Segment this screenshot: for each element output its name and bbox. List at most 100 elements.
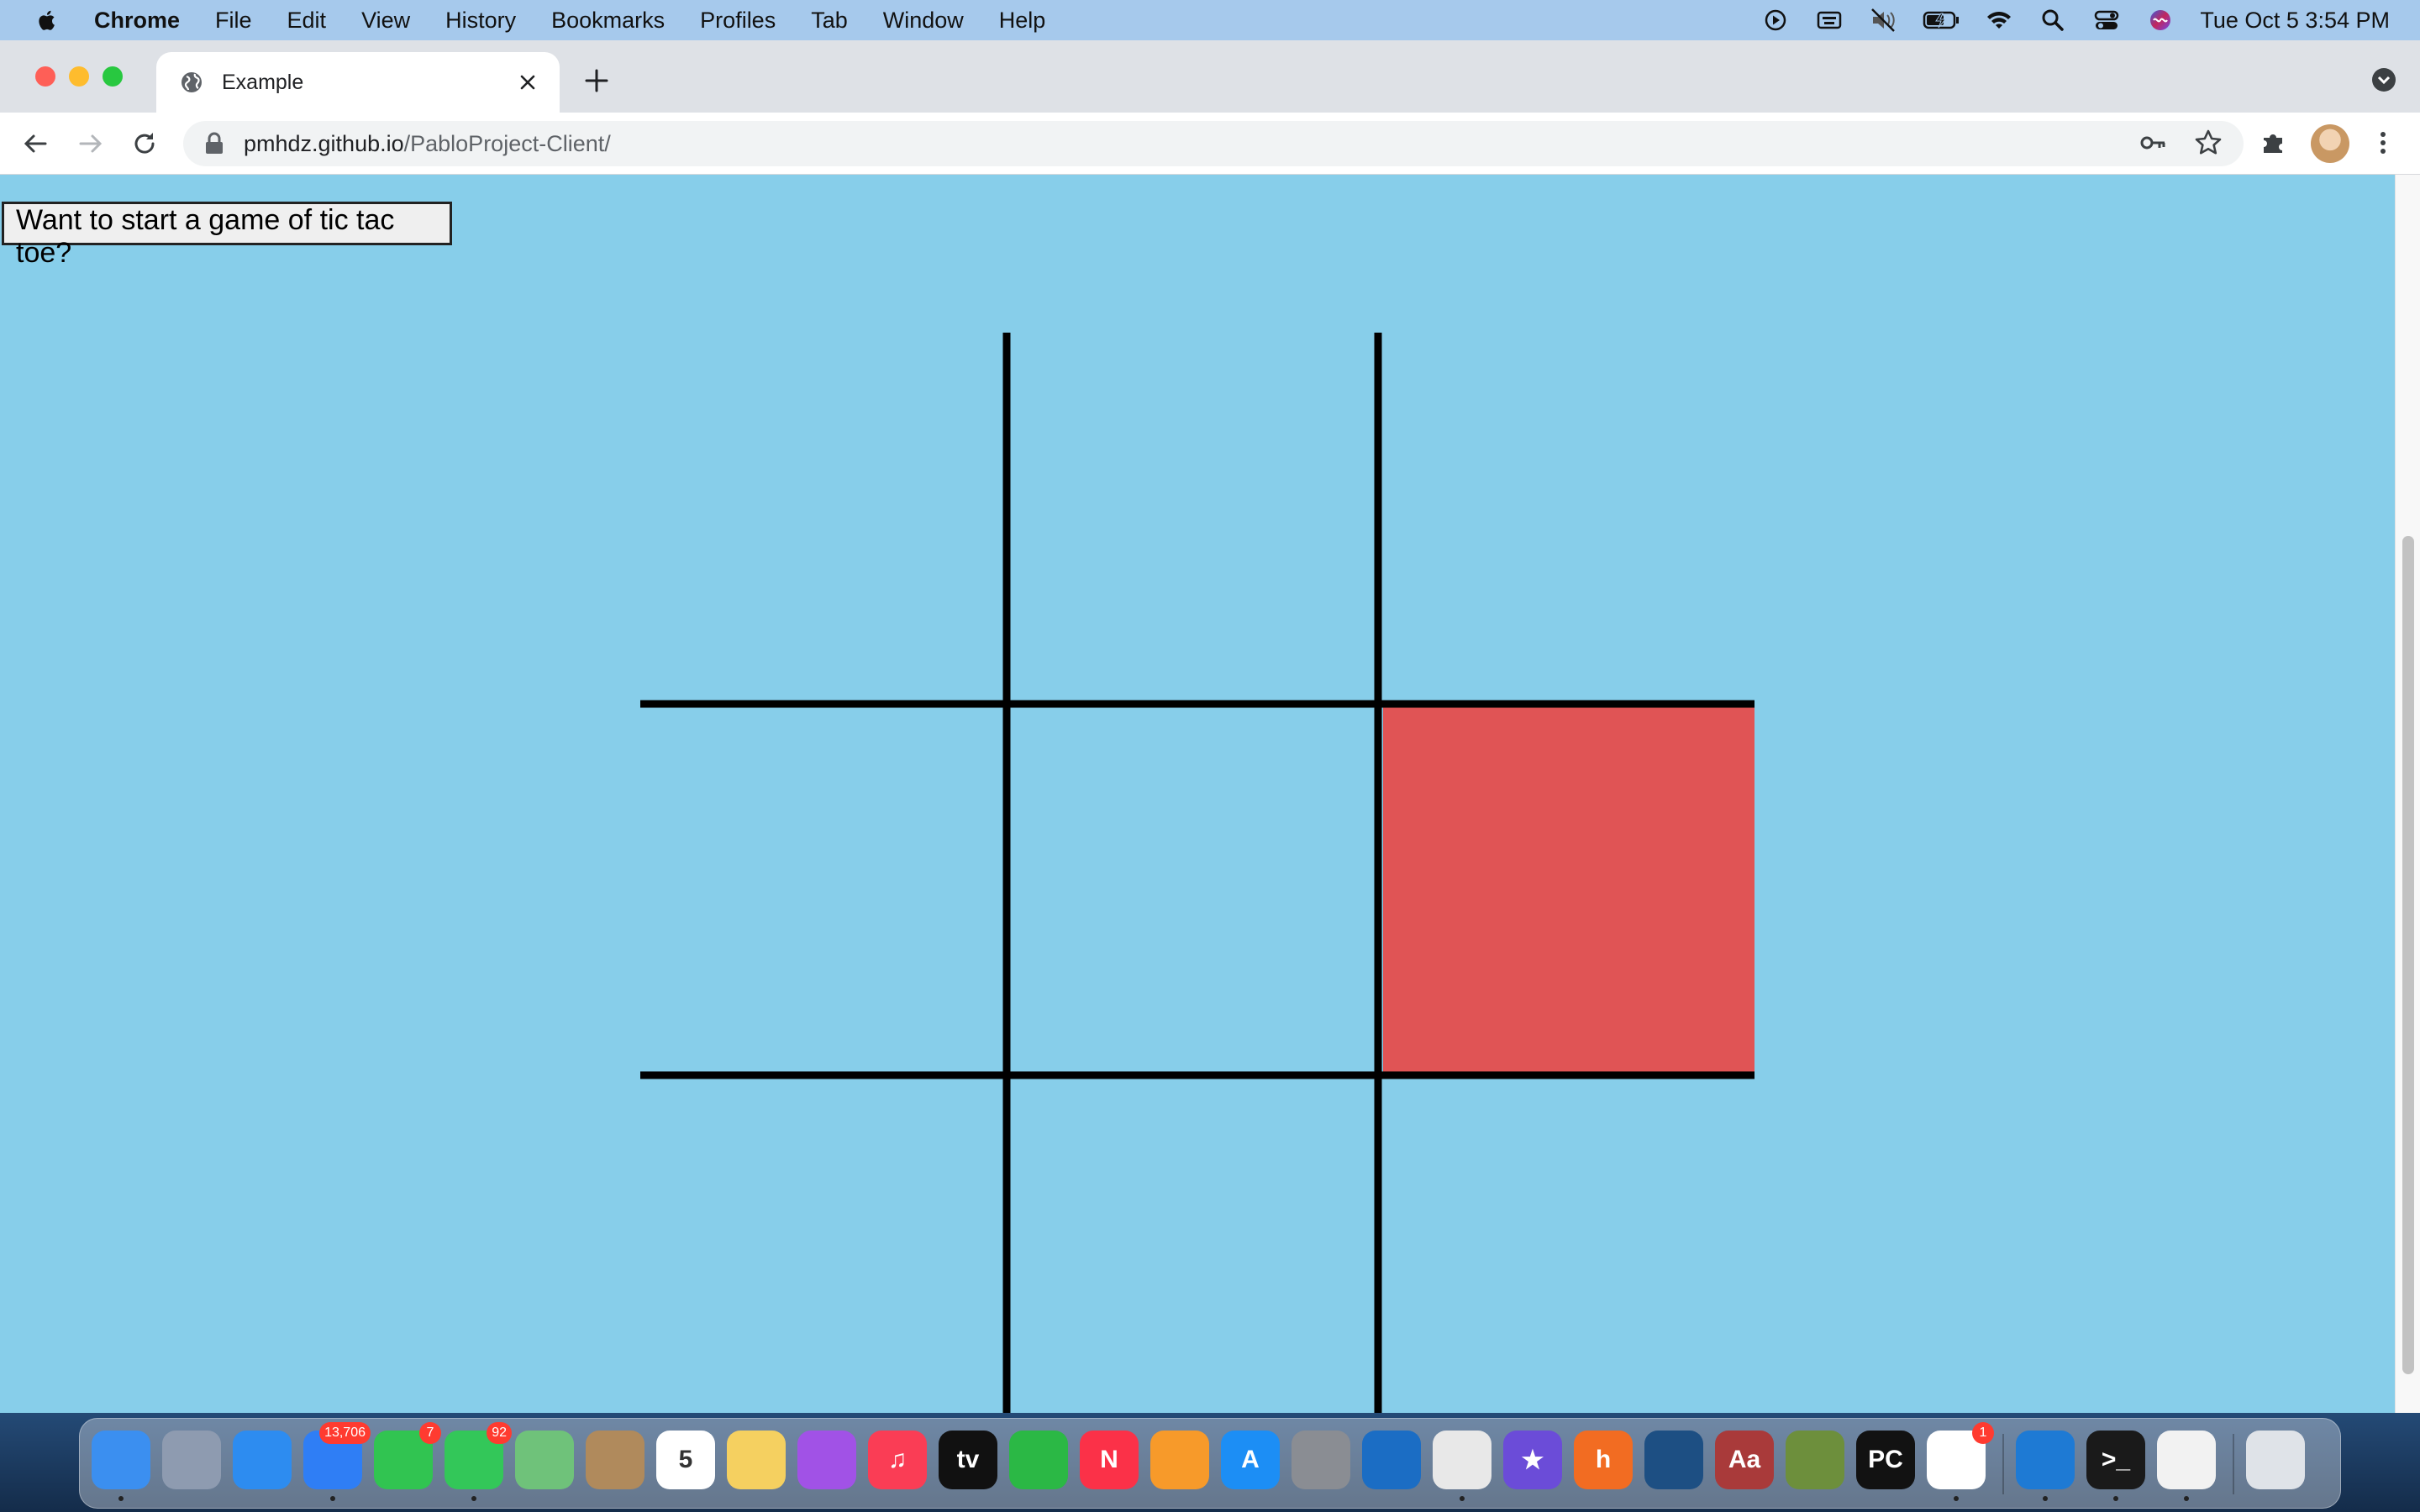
dock-maps-icon[interactable]: [515, 1431, 574, 1489]
window-close-button[interactable]: [35, 66, 55, 87]
dock-app-store-icon[interactable]: A: [1221, 1431, 1280, 1489]
tab-search-icon[interactable]: [2370, 66, 2398, 94]
dock-photos-icon[interactable]: [2157, 1431, 2216, 1501]
dock-trash-icon[interactable]: [2246, 1431, 2305, 1489]
board-cell-2-2[interactable]: [1383, 1075, 1754, 1413]
dock-pycharm-icon[interactable]: PC: [1856, 1431, 1915, 1489]
dock-app-label: ★: [1521, 1446, 1544, 1474]
dock-app-label: 5: [678, 1446, 693, 1473]
scrollbar-thumb[interactable]: [2402, 536, 2414, 1374]
keyboard-input-icon[interactable]: [1815, 6, 1844, 34]
dock-terminal-icon[interactable]: >_: [2086, 1431, 2145, 1501]
dock-finder-icon[interactable]: [92, 1431, 150, 1501]
lock-icon[interactable]: [203, 132, 225, 155]
dock-imovie-icon[interactable]: ★: [1503, 1431, 1562, 1489]
url-path: /PabloProject-Client/: [403, 130, 611, 156]
board-cell-2-1[interactable]: [1012, 1075, 1383, 1413]
dock-quicktime-icon[interactable]: [1644, 1431, 1703, 1489]
globe-icon: [182, 72, 202, 92]
running-indicator: [118, 1496, 124, 1501]
running-indicator: [2184, 1496, 2189, 1501]
url-host: pmhdz.github.io: [244, 130, 404, 156]
dock-contacts-icon[interactable]: [586, 1431, 644, 1489]
dock-badge: 1: [1972, 1422, 1994, 1444]
board-cell-0-0[interactable]: [640, 333, 1012, 704]
vertical-scrollbar[interactable]: [2395, 175, 2420, 1413]
dock-vscode-insiders-icon[interactable]: [1362, 1431, 1421, 1489]
dock-chrome-icon[interactable]: [1433, 1431, 1491, 1501]
screen-recording-icon[interactable]: [1761, 6, 1790, 34]
menu-tab[interactable]: Tab: [811, 8, 848, 34]
new-tab-icon[interactable]: [581, 66, 612, 96]
menu-history[interactable]: History: [445, 8, 516, 34]
wifi-icon[interactable]: [1985, 6, 2013, 34]
dock-pages-icon[interactable]: [1150, 1431, 1209, 1489]
tab-example[interactable]: Example: [156, 52, 560, 113]
menu-profiles[interactable]: Profiles: [700, 8, 776, 34]
menu-app-name[interactable]: Chrome: [94, 8, 180, 34]
dock-safari-icon[interactable]: [233, 1431, 292, 1489]
dock-news-icon[interactable]: N: [1080, 1431, 1139, 1489]
dock-honey-icon[interactable]: h: [1574, 1431, 1633, 1489]
dock-slack-icon[interactable]: 1: [1927, 1422, 1994, 1501]
menu-window[interactable]: Window: [883, 8, 964, 34]
dock-vscode-icon[interactable]: [2016, 1431, 2075, 1501]
window-zoom-button[interactable]: [103, 66, 123, 87]
more-menu-icon[interactable]: [2365, 124, 2402, 161]
dock-calendar-icon[interactable]: 5: [656, 1431, 715, 1489]
close-icon[interactable]: [514, 69, 541, 96]
menu-view[interactable]: View: [361, 8, 410, 34]
menu-bookmarks[interactable]: Bookmarks: [551, 8, 665, 34]
dock-dictionary-icon[interactable]: Aa: [1715, 1431, 1774, 1489]
menubar-clock[interactable]: Tue Oct 5 3:54 PM: [2200, 8, 2390, 34]
address-bar[interactable]: pmhdz.github.io/PabloProject-Client/: [183, 121, 2244, 166]
dock-app-label: PC: [1868, 1446, 1903, 1473]
board-cell-2-0[interactable]: [640, 1075, 1012, 1413]
page-viewport: Want to start a game of tic tac toe?: [0, 175, 2420, 1413]
dock-notes-icon[interactable]: [727, 1431, 786, 1489]
dock-podcasts-icon[interactable]: [797, 1431, 856, 1489]
dock-separator: [2233, 1434, 2234, 1494]
board-cell-1-1[interactable]: [1012, 704, 1383, 1075]
apple-logo-icon[interactable]: [35, 8, 60, 33]
board-cell-1-2[interactable]: [1383, 704, 1754, 1075]
dock-messages-icon[interactable]: 92: [445, 1422, 512, 1501]
dock-minecraft-icon[interactable]: [1786, 1431, 1844, 1489]
bookmark-star-icon[interactable]: [2190, 124, 2227, 161]
siri-icon[interactable]: [2146, 6, 2175, 34]
dock-app-label: >_: [2101, 1446, 2131, 1473]
reload-icon[interactable]: [129, 129, 160, 159]
running-indicator: [2043, 1496, 2048, 1501]
profile-avatar[interactable]: [2311, 124, 2349, 163]
browser-toolbar: pmhdz.github.io/PabloProject-Client/: [0, 113, 2420, 175]
dock-numbers-icon[interactable]: [1009, 1431, 1068, 1489]
dock-app-label: N: [1100, 1446, 1118, 1473]
muted-icon[interactable]: [1869, 6, 1897, 34]
forward-arrow-icon[interactable]: [76, 129, 106, 159]
board-cell-1-0[interactable]: [640, 704, 1012, 1075]
spotlight-search-icon[interactable]: [2039, 6, 2067, 34]
menu-edit[interactable]: Edit: [287, 8, 327, 34]
running-indicator: [330, 1496, 335, 1501]
dock-badge: 13,706: [319, 1422, 371, 1444]
control-center-icon[interactable]: [2092, 6, 2121, 34]
dock-mail-icon[interactable]: 13,706: [303, 1422, 371, 1501]
dock-separator: [2002, 1434, 2004, 1494]
board-cell-0-1[interactable]: [1012, 333, 1383, 704]
battery-icon[interactable]: [1923, 6, 1960, 34]
dock-apple-tv-icon[interactable]: tv: [939, 1431, 997, 1489]
back-arrow-icon[interactable]: [20, 129, 50, 159]
saved-passwords-key-icon[interactable]: [2134, 124, 2171, 161]
board-cell-0-2[interactable]: [1383, 333, 1754, 704]
menu-bar: Chrome File Edit View History Bookmarks …: [0, 0, 2420, 40]
window-minimize-button[interactable]: [69, 66, 89, 87]
menu-file[interactable]: File: [215, 8, 252, 34]
extensions-puzzle-icon[interactable]: [2255, 124, 2292, 161]
dock-music-icon[interactable]: ♫: [868, 1431, 927, 1489]
dock-badge: 7: [419, 1422, 441, 1444]
dock-system-preferences-icon[interactable]: [1292, 1431, 1350, 1489]
dock-facetime-icon[interactable]: 7: [374, 1422, 441, 1489]
menu-help[interactable]: Help: [999, 8, 1046, 34]
tab-strip: Example: [0, 40, 2420, 113]
dock-launchpad-icon[interactable]: [162, 1431, 221, 1489]
